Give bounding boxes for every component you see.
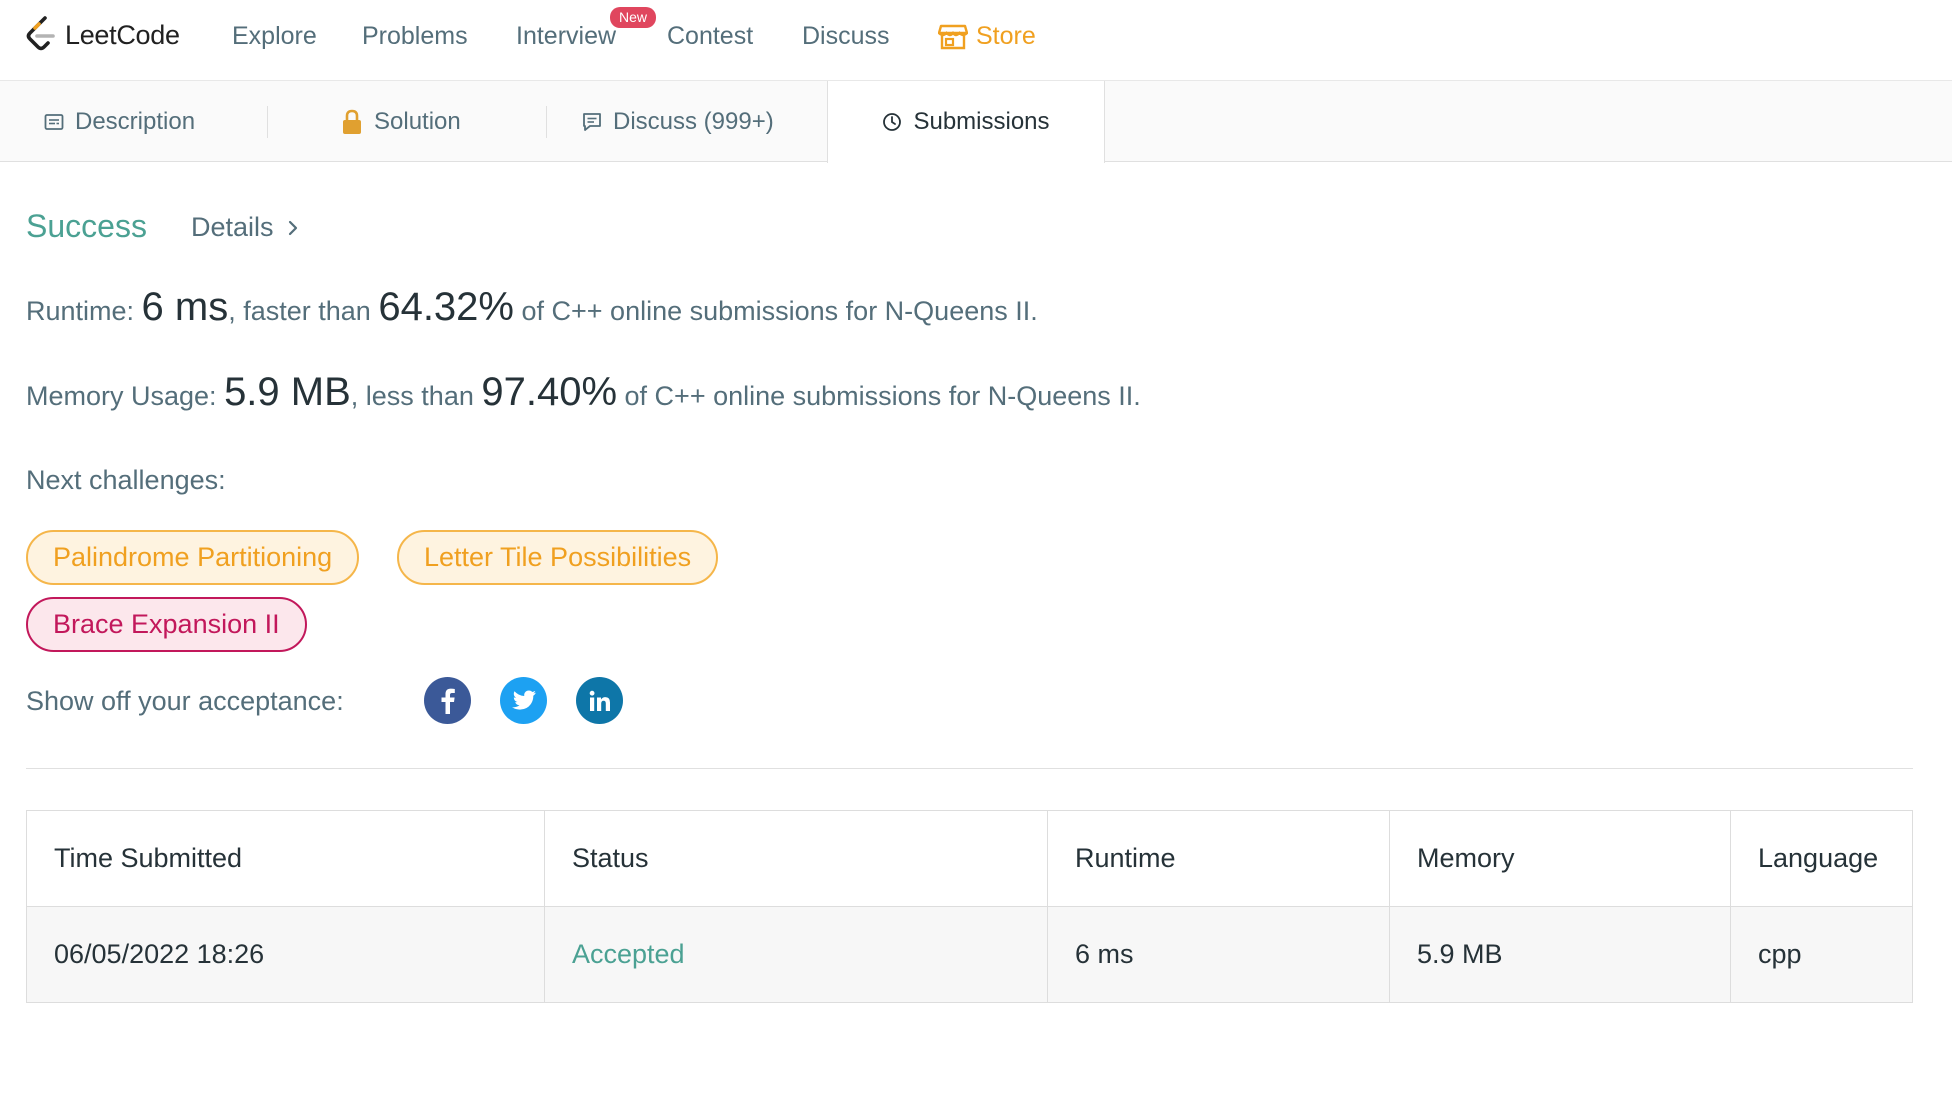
- memory-suffix: of C++ online submissions for N-Queens I…: [617, 381, 1141, 411]
- cell-memory: 5.9 MB: [1389, 906, 1731, 1003]
- memory-middle: , less than: [350, 381, 482, 411]
- linkedin-share-button[interactable]: [576, 677, 623, 724]
- details-label: Details: [191, 212, 274, 242]
- table-header-row: Time Submitted Status Runtime Memory Lan…: [26, 810, 1913, 907]
- memory-value: 5.9 MB: [224, 370, 351, 414]
- facebook-icon: [441, 688, 455, 714]
- runtime-middle: , faster than: [228, 296, 379, 326]
- tab-discuss-label: Discuss (999+): [613, 107, 774, 135]
- column-header-time-submitted[interactable]: Time Submitted: [26, 810, 545, 907]
- column-header-runtime[interactable]: Runtime: [1047, 810, 1390, 907]
- description-icon: [44, 113, 64, 130]
- memory-percent: 97.40%: [481, 370, 618, 414]
- runtime-label: Runtime:: [26, 296, 142, 326]
- details-link[interactable]: Details: [191, 212, 298, 243]
- challenge-chip-letter-tile-possibilities[interactable]: Letter Tile Possibilities: [397, 530, 719, 585]
- clock-icon: [883, 113, 902, 131]
- tab-submissions-label: Submissions: [913, 108, 1050, 135]
- runtime-suffix: of C++ online submissions for N-Queens I…: [514, 296, 1038, 326]
- top-navbar: LeetCode Explore Problems Interview New …: [0, 0, 1952, 81]
- tab-solution-label: Solution: [374, 107, 461, 135]
- tab-submissions[interactable]: Submissions: [827, 81, 1105, 163]
- nav-store-label: Store: [976, 22, 1036, 50]
- cell-runtime: 6 ms: [1047, 906, 1390, 1003]
- new-badge: New: [610, 7, 657, 28]
- nav-store[interactable]: Store: [938, 22, 1036, 51]
- cell-status-accepted[interactable]: Accepted: [544, 906, 1048, 1003]
- nav-interview[interactable]: Interview: [516, 22, 616, 51]
- problem-tabbar: Description Solution Discuss (999+) Subm…: [0, 81, 1952, 163]
- divider: [26, 768, 1913, 769]
- runtime-percent: 64.32%: [378, 285, 514, 329]
- nav-contest[interactable]: Contest: [667, 22, 753, 51]
- tab-description-label: Description: [75, 107, 196, 135]
- memory-summary: Memory Usage: 5.9 MB, less than 97.40% o…: [26, 370, 1141, 415]
- column-header-memory[interactable]: Memory: [1389, 810, 1731, 907]
- column-header-language[interactable]: Language: [1730, 810, 1913, 907]
- tab-discuss[interactable]: Discuss (999+): [582, 81, 774, 162]
- tab-description[interactable]: Description: [44, 81, 195, 162]
- lock-icon: [343, 109, 361, 134]
- memory-label: Memory Usage:: [26, 381, 225, 411]
- cell-time-submitted: 06/05/2022 18:26: [26, 906, 545, 1003]
- twitter-icon: [511, 690, 536, 710]
- twitter-share-button[interactable]: [500, 677, 547, 724]
- cell-language: cpp: [1730, 906, 1913, 1003]
- logo-text: LeetCode: [65, 19, 180, 50]
- next-challenges-label: Next challenges:: [26, 465, 226, 495]
- challenge-chip-brace-expansion-ii[interactable]: Brace Expansion II: [26, 597, 307, 652]
- share-label: Show off your acceptance:: [26, 686, 344, 716]
- tab-solution[interactable]: Solution: [341, 81, 461, 162]
- tab-separator: [267, 106, 268, 138]
- leetcode-logo-icon: [26, 16, 55, 51]
- runtime-value: 6 ms: [141, 285, 229, 329]
- logo[interactable]: LeetCode: [24, 14, 180, 56]
- table-row: 06/05/2022 18:26 Accepted 6 ms 5.9 MB cp…: [26, 906, 1913, 1003]
- facebook-share-button[interactable]: [424, 677, 471, 724]
- nav-explore[interactable]: Explore: [232, 22, 317, 51]
- runtime-summary: Runtime: 6 ms, faster than 64.32% of C++…: [26, 285, 1038, 330]
- nav-problems[interactable]: Problems: [362, 22, 468, 51]
- store-icon: [938, 24, 968, 49]
- column-header-status[interactable]: Status: [544, 810, 1048, 907]
- linkedin-icon: [589, 690, 610, 711]
- submissions-table: Time Submitted Status Runtime Memory Lan…: [26, 810, 1913, 1003]
- nav-discuss[interactable]: Discuss: [802, 22, 890, 51]
- result-status: Success: [26, 208, 147, 244]
- challenge-chip-palindrome-partitioning[interactable]: Palindrome Partitioning: [26, 530, 360, 585]
- tab-separator: [546, 106, 547, 138]
- chevron-right-icon: [288, 220, 297, 235]
- comment-icon: [583, 112, 601, 131]
